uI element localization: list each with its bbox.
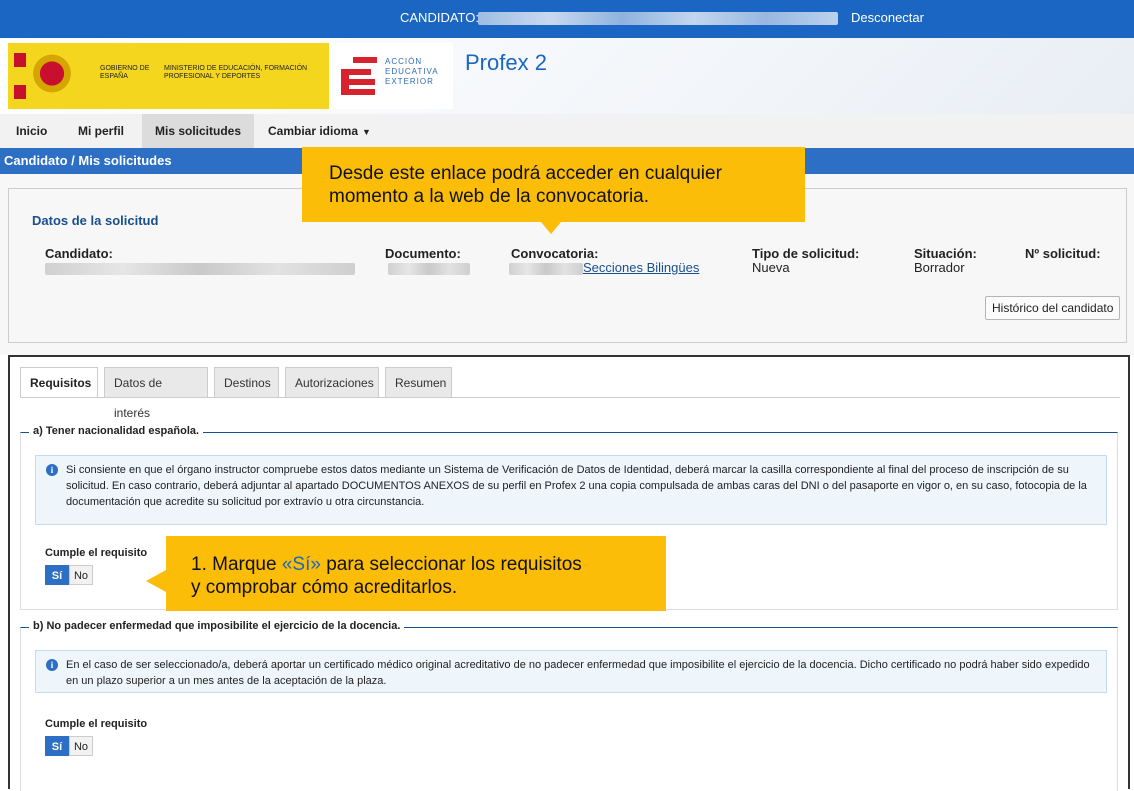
aee-name: ACCIÓN EDUCATIVA EXTERIOR — [385, 57, 439, 86]
requirement-a-label: Cumple el requisito — [45, 547, 148, 559]
candidate-name-redacted — [478, 12, 838, 25]
aee-logo: ACCIÓN EDUCATIVA EXTERIOR — [331, 43, 453, 109]
callout-convocatoria-link: Desde este enlace podrá acceder en cualq… — [302, 147, 805, 222]
nav-home[interactable]: Inicio — [16, 114, 47, 148]
candidate-heading: Candidato: — [45, 246, 113, 261]
requirement-a-legend: a) Tener nacionalidad española. — [29, 425, 204, 437]
requirement-b-info: i En el caso de ser seleccionado/a, debe… — [35, 650, 1107, 693]
nav-change-language[interactable]: Cambiar idioma ▼ — [268, 114, 371, 148]
history-button[interactable]: Histórico del candidato — [985, 296, 1121, 320]
callout-arrow — [541, 222, 561, 234]
callout-arrow — [146, 570, 166, 592]
callout-bottom-line1: 1. Marque «Sí» para seleccionar los requ… — [191, 553, 582, 576]
yes-button[interactable]: Sí — [45, 736, 69, 756]
candidate-value-redacted — [45, 263, 355, 275]
callout-top-line2: momento a la web de la convocatoria. — [329, 186, 650, 207]
requirement-b-legend: b) No padecer enfermedad que imposibilit… — [29, 620, 405, 632]
nav-change-language-label: Cambiar idioma — [268, 124, 359, 138]
site-header: GOBIERNO DE ESPAÑA MINISTERIO DE EDUCACI… — [0, 38, 1134, 114]
logout-link[interactable]: Desconectar — [851, 10, 924, 25]
nav-profile[interactable]: Mi perfil — [78, 114, 124, 148]
callout-bottom-prefix: 1. Marque — [191, 554, 282, 575]
breadcrumb: Candidato / Mis solicitudes — [4, 153, 172, 168]
type-heading: Tipo de solicitud: — [752, 246, 860, 261]
call-link[interactable]: Secciones Bilingües — [583, 260, 699, 275]
callout-top-line1: Desde este enlace podrá acceder en cualq… — [329, 163, 722, 184]
requirement-b: b) No padecer enfermedad que imposibilit… — [20, 620, 1118, 791]
top-bar: CANDIDATO: Desconectar — [0, 0, 1134, 38]
tab-divider — [20, 397, 1120, 398]
coat-of-arms-icon — [32, 51, 72, 101]
callout-bottom-line2: y comprobar cómo acreditarlos. — [191, 577, 458, 598]
yes-button[interactable]: Sí — [45, 565, 69, 585]
requirement-a-info: i Si consiente en que el órgano instruct… — [35, 455, 1107, 525]
government-name: GOBIERNO DE ESPAÑA — [100, 65, 150, 80]
panel-title: Datos de la solicitud — [32, 213, 159, 228]
info-icon: i — [46, 659, 58, 671]
no-button[interactable]: No — [69, 736, 93, 756]
candidate-label: CANDIDATO: — [400, 10, 479, 25]
tab-destinos[interactable]: Destinos — [214, 367, 279, 397]
call-prefix-redacted — [509, 263, 583, 275]
status-value: Borrador — [914, 260, 965, 275]
tab-autorizaciones[interactable]: Autorizaciones — [285, 367, 379, 397]
aee-mark-icon — [341, 57, 377, 95]
callout-select-yes: 1. Marque «Sí» para seleccionar los requ… — [166, 536, 666, 611]
caret-down-icon: ▼ — [362, 127, 371, 137]
number-heading: Nº solicitud: — [1025, 246, 1101, 261]
main-nav: Inicio Mi perfil Mis solicitudes Cambiar… — [0, 114, 1134, 149]
nav-my-requests[interactable]: Mis solicitudes — [142, 114, 254, 148]
ministry-name: MINISTERIO DE EDUCACIÓN, FORMACIÓN PROFE… — [164, 65, 308, 80]
status-heading: Situación: — [914, 246, 977, 261]
document-heading: Documento: — [385, 246, 461, 261]
government-logo: GOBIERNO DE ESPAÑA MINISTERIO DE EDUCACI… — [8, 43, 329, 109]
info-icon: i — [46, 464, 58, 476]
requirement-b-label: Cumple el requisito — [45, 718, 148, 730]
tab-requisitos[interactable]: Requisitos — [20, 367, 98, 398]
tab-resumen[interactable]: Resumen — [385, 367, 452, 397]
no-button[interactable]: No — [69, 565, 93, 585]
callout-bottom-suffix: para seleccionar los requisitos — [320, 554, 582, 575]
callout-bottom-highlight: «Sí» — [281, 554, 321, 575]
requirement-b-info-text: En el caso de ser seleccionado/a, deberá… — [66, 659, 1090, 687]
eu-flag-icon — [14, 53, 26, 99]
call-heading: Convocatoria: — [511, 246, 599, 261]
tab-datos-de-interes[interactable]: Datos de interés — [104, 367, 208, 420]
type-value: Nueva — [752, 260, 790, 275]
requirement-a-info-text: Si consiente en que el órgano instructor… — [66, 464, 1087, 508]
app-title: Profex 2 — [465, 50, 547, 75]
document-value-redacted — [388, 263, 470, 275]
